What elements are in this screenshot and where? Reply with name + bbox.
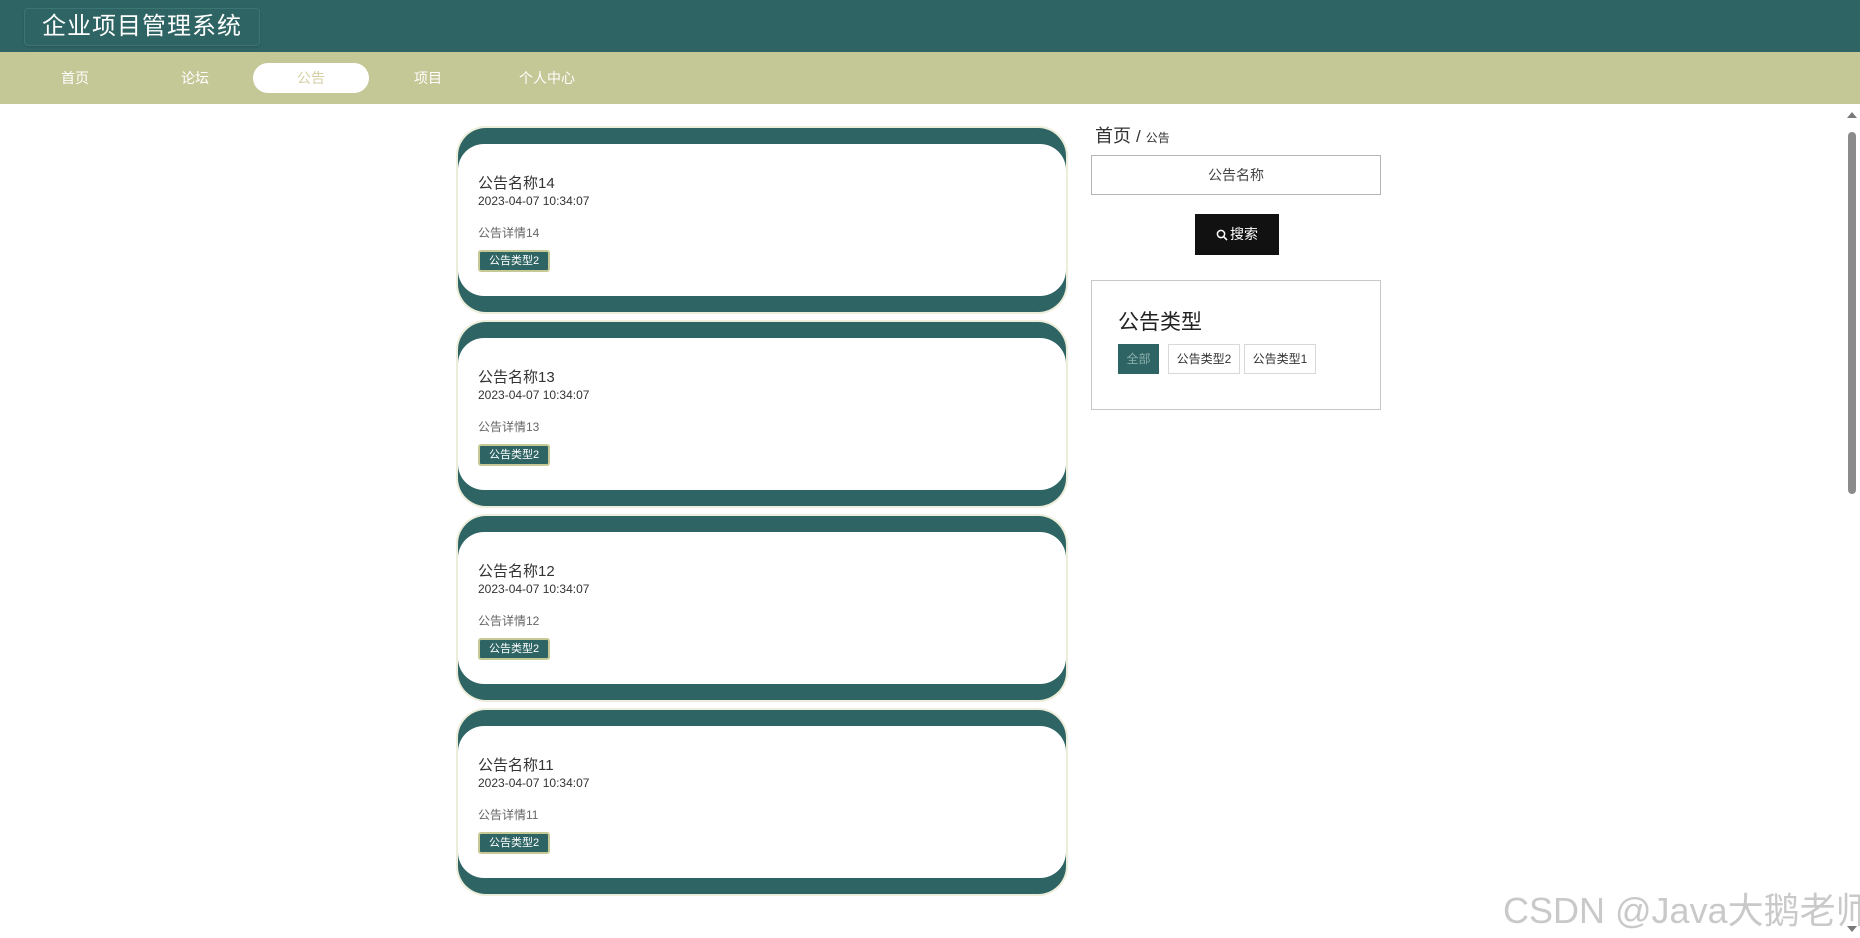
type-filter-type2[interactable]: 公告类型2	[1168, 344, 1240, 374]
nav-item-forum[interactable]: 论坛	[160, 63, 230, 93]
nav-item-notice[interactable]: 公告	[253, 63, 369, 93]
breadcrumb-home[interactable]: 首页	[1095, 126, 1131, 146]
notice-type-title: 公告类型	[1118, 311, 1202, 334]
notice-title[interactable]: 公告名称11	[478, 754, 554, 775]
notice-title[interactable]: 公告名称14	[478, 172, 555, 193]
notice-detail: 公告详情14	[478, 226, 540, 240]
notice-type-filter-panel: 公告类型 全部 公告类型2 公告类型1	[1091, 280, 1381, 410]
top-header-bar: 企业项目管理系统	[0, 0, 1860, 52]
notice-title[interactable]: 公告名称12	[478, 560, 555, 581]
notice-card[interactable]: 公告名称12 2023-04-07 10:34:07 公告详情12 公告类型2	[458, 516, 1066, 700]
search-button[interactable]: 搜索	[1195, 214, 1279, 255]
notice-detail: 公告详情11	[478, 808, 539, 822]
notice-type-badge: 公告类型2	[478, 832, 551, 854]
page-scrollbar[interactable]	[1844, 104, 1860, 938]
app-title[interactable]: 企业项目管理系统	[24, 8, 260, 46]
notice-detail: 公告详情13	[478, 420, 540, 434]
breadcrumb: 首页 / 公告	[1095, 122, 1170, 148]
breadcrumb-current: 公告	[1145, 131, 1170, 145]
notice-card-body: 公告名称13 2023-04-07 10:34:07 公告详情13 公告类型2	[458, 338, 1066, 490]
search-icon	[1216, 229, 1228, 241]
scroll-thumb[interactable]	[1848, 132, 1856, 494]
notice-name-search-input[interactable]	[1091, 155, 1381, 195]
breadcrumb-separator: /	[1136, 127, 1141, 146]
notice-card[interactable]: 公告名称14 2023-04-07 10:34:07 公告详情14 公告类型2	[458, 128, 1066, 312]
notice-card-body: 公告名称12 2023-04-07 10:34:07 公告详情12 公告类型2	[458, 532, 1066, 684]
watermark: CSDN @Java大鹅老师	[1503, 890, 1860, 931]
search-button-label: 搜索	[1230, 226, 1258, 242]
notice-type-badge: 公告类型2	[478, 250, 551, 272]
notice-time: 2023-04-07 10:34:07	[478, 194, 590, 208]
notice-type-badge: 公告类型2	[478, 444, 551, 466]
notice-card-body: 公告名称14 2023-04-07 10:34:07 公告详情14 公告类型2	[458, 144, 1066, 296]
nav-item-project[interactable]: 项目	[393, 63, 463, 93]
notice-time: 2023-04-07 10:34:07	[478, 582, 590, 596]
type-filter-type1[interactable]: 公告类型1	[1244, 344, 1316, 374]
main-nav: 首页 论坛 公告 项目 个人中心	[0, 52, 1860, 104]
type-filter-all[interactable]: 全部	[1118, 344, 1159, 374]
notice-card[interactable]: 公告名称13 2023-04-07 10:34:07 公告详情13 公告类型2	[458, 322, 1066, 506]
notice-card-body: 公告名称11 2023-04-07 10:34:07 公告详情11 公告类型2	[458, 726, 1066, 878]
nav-item-home[interactable]: 首页	[40, 63, 110, 93]
nav-item-personal-center[interactable]: 个人中心	[507, 63, 587, 93]
notice-time: 2023-04-07 10:34:07	[478, 388, 590, 402]
notice-title[interactable]: 公告名称13	[478, 366, 555, 387]
scroll-up-arrow-icon[interactable]	[1847, 112, 1857, 118]
notice-card[interactable]: 公告名称11 2023-04-07 10:34:07 公告详情11 公告类型2	[458, 710, 1066, 894]
notice-time: 2023-04-07 10:34:07	[478, 776, 590, 790]
notice-type-badge: 公告类型2	[478, 638, 551, 660]
notice-detail: 公告详情12	[478, 614, 540, 628]
